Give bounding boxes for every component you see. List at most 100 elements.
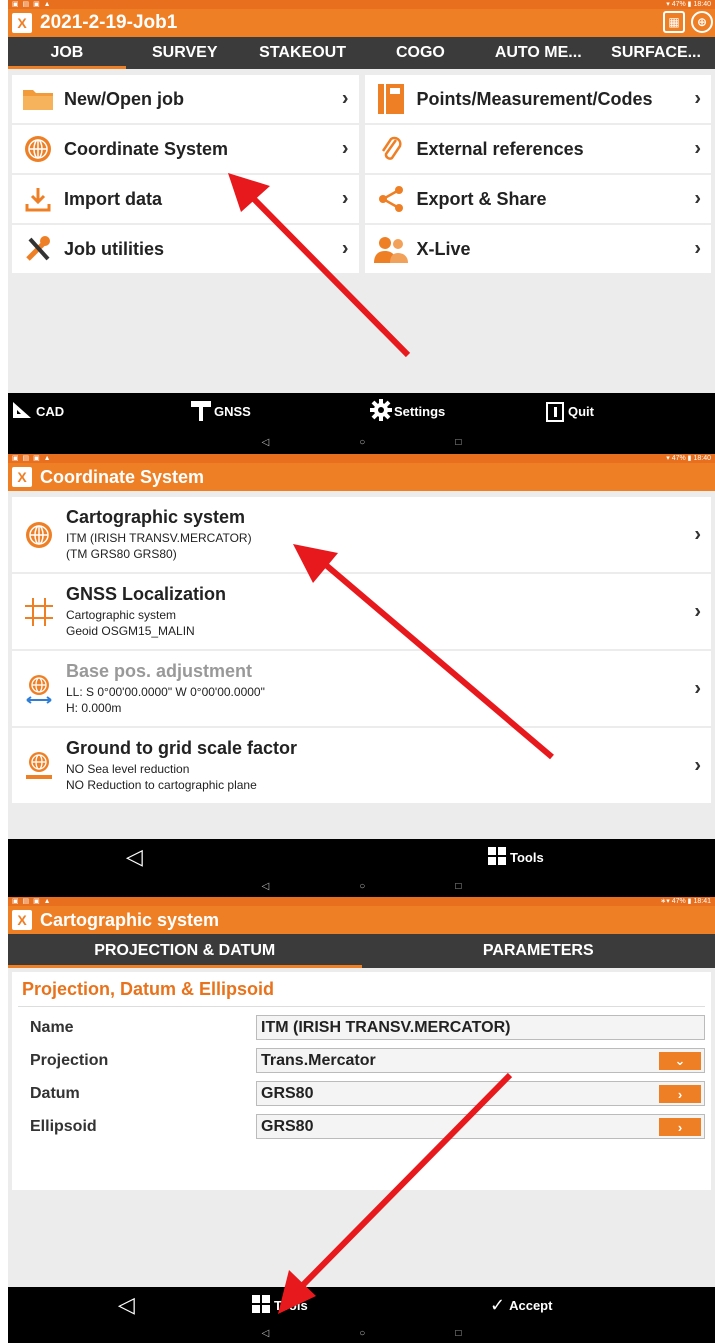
tab-job[interactable]: JOB bbox=[8, 37, 126, 69]
gnss-localization-item[interactable]: GNSS Localization Cartographic system Ge… bbox=[12, 574, 711, 649]
nav-back-icon[interactable]: ◁ bbox=[262, 437, 270, 448]
android-nav-bar: ◁ ○ □ bbox=[8, 875, 715, 897]
settings-button[interactable]: Settings bbox=[370, 399, 445, 424]
app-bar: X Cartographic system bbox=[8, 906, 715, 934]
nav-recent-icon[interactable]: □ bbox=[455, 881, 461, 892]
nav-recent-icon[interactable]: □ bbox=[455, 437, 461, 448]
cad-label: CAD bbox=[36, 404, 65, 419]
status-right: ▾ 47% ▮ 18:40 bbox=[666, 455, 711, 462]
android-nav-bar: ◁ ○ □ bbox=[8, 430, 715, 454]
job-screen: ▣ ▤ ▣ ▲ ▾ 47% ▮ 18:40 X 2021-2-19-Job1 ▦… bbox=[8, 0, 715, 454]
cad-button[interactable]: CAD bbox=[12, 401, 64, 422]
item-title: Ground to grid scale factor bbox=[66, 738, 298, 758]
name-value: ITM (IRISH TRANSV.MERCATOR) bbox=[261, 1018, 511, 1036]
coordinate-system-list: Cartographic system ITM (IRISH TRANSV.ME… bbox=[8, 491, 715, 803]
tab-projection-datum[interactable]: PROJECTION & DATUM bbox=[8, 934, 362, 968]
menu-new-open-job[interactable]: New/Open job › bbox=[12, 75, 359, 123]
job-menu: New/Open job › Points/Measurement/Codes … bbox=[8, 69, 715, 273]
back-button[interactable]: ◁ bbox=[118, 1292, 135, 1318]
ground-to-grid-scale-factor-item[interactable]: Ground to grid scale factor NO Sea level… bbox=[12, 728, 711, 803]
chevron-down-icon[interactable]: ⌄ bbox=[659, 1052, 701, 1070]
nav-back-icon[interactable]: ◁ bbox=[262, 1328, 270, 1339]
tools-button[interactable]: Tools bbox=[488, 846, 544, 868]
nav-home-icon[interactable]: ○ bbox=[359, 1328, 365, 1339]
grid-menu-icon bbox=[252, 1294, 270, 1316]
tools-button[interactable]: Tools bbox=[252, 1294, 308, 1316]
nav-home-icon[interactable]: ○ bbox=[359, 881, 365, 892]
sub-tabs: PROJECTION & DATUM PARAMETERS bbox=[8, 934, 715, 968]
tools-label: Tools bbox=[274, 1297, 308, 1313]
quit-icon bbox=[546, 401, 564, 422]
projection-form: Projection, Datum & Ellipsoid Name ITM (… bbox=[12, 972, 711, 1190]
projection-label: Projection bbox=[30, 1051, 109, 1069]
notebook-icon bbox=[373, 84, 409, 114]
bottom-toolbar: ◁ Tools ✓ Accept bbox=[8, 1287, 715, 1323]
ellipsoid-row: Ellipsoid GRS80 › bbox=[18, 1110, 705, 1143]
tab-parameters[interactable]: PARAMETERS bbox=[362, 934, 715, 968]
base-pos-adjustment-item[interactable]: Base pos. adjustment LL: S 0°00'00.0000"… bbox=[12, 651, 711, 726]
tools-icon bbox=[20, 234, 56, 264]
menu-import-data[interactable]: Import data › bbox=[12, 175, 359, 223]
menu-coordinate-system[interactable]: Coordinate System › bbox=[12, 125, 359, 173]
name-row: Name ITM (IRISH TRANSV.MERCATOR) bbox=[18, 1011, 705, 1044]
menu-points-measurement-codes[interactable]: Points/Measurement/Codes › bbox=[364, 75, 711, 123]
globe-icon bbox=[22, 518, 56, 552]
folder-icon bbox=[20, 84, 56, 114]
accept-button[interactable]: ✓ Accept bbox=[490, 1295, 552, 1316]
android-nav-bar: ◁ ○ □ bbox=[8, 1323, 715, 1343]
page-title: Cartographic system bbox=[40, 909, 220, 930]
name-field[interactable]: ITM (IRISH TRANSV.MERCATOR) bbox=[256, 1015, 705, 1040]
status-bar: ▣ ▤ ▣ ▲ ▾ 47% ▮ 18:40 bbox=[8, 0, 715, 9]
menu-label: External references bbox=[416, 138, 584, 159]
tab-surface[interactable]: SURFACE... bbox=[597, 37, 715, 69]
item-line1: Cartographic system bbox=[66, 608, 177, 622]
nav-back-icon[interactable]: ◁ bbox=[262, 881, 270, 892]
section-title: Projection, Datum & Ellipsoid bbox=[18, 976, 705, 1007]
quit-label: Quit bbox=[568, 404, 594, 419]
chevron-right-icon: › bbox=[694, 237, 701, 260]
item-line1: NO Sea level reduction bbox=[66, 762, 190, 776]
item-line1: LL: S 0°00'00.0000" W 0°00'00.0000" bbox=[66, 685, 265, 699]
status-right: ∗▾ 47% ▮ 18:41 bbox=[660, 898, 711, 905]
gnss-button[interactable]: GNSS bbox=[190, 399, 251, 424]
chevron-right-icon: › bbox=[694, 677, 701, 699]
menu-external-references[interactable]: External references › bbox=[364, 125, 711, 173]
ellipsoid-label: Ellipsoid bbox=[30, 1117, 97, 1135]
chevron-right-icon[interactable]: › bbox=[659, 1118, 701, 1136]
item-title: Base pos. adjustment bbox=[66, 661, 253, 681]
tab-survey[interactable]: SURVEY bbox=[126, 37, 244, 69]
tab-cogo[interactable]: COGO bbox=[361, 37, 479, 69]
quit-button[interactable]: Quit bbox=[546, 401, 594, 422]
menu-export-share[interactable]: Export & Share › bbox=[364, 175, 711, 223]
item-line2: H: 0.000m bbox=[66, 701, 122, 715]
gear-icon bbox=[370, 399, 392, 424]
bottom-toolbar: CAD GNSS Settings Quit bbox=[8, 393, 715, 430]
globe-scale-icon bbox=[22, 749, 56, 783]
page-title: 2021-2-19-Job1 bbox=[40, 12, 178, 33]
ellipsoid-field[interactable]: GRS80 › bbox=[256, 1114, 705, 1139]
menu-label: Points/Measurement/Codes bbox=[416, 88, 653, 109]
nav-recent-icon[interactable]: □ bbox=[455, 1328, 461, 1339]
back-button[interactable]: ◁ bbox=[126, 844, 143, 870]
menu-x-live[interactable]: X-Live › bbox=[364, 225, 711, 273]
chevron-right-icon: › bbox=[694, 600, 701, 622]
item-line2: Geoid OSGM15_MALIN bbox=[66, 624, 195, 638]
projection-value: Trans.Mercator bbox=[261, 1051, 376, 1069]
gnss-status-icon[interactable]: ⊕ bbox=[691, 11, 713, 33]
datum-row: Datum GRS80 › bbox=[18, 1077, 705, 1110]
name-label: Name bbox=[30, 1018, 74, 1036]
main-tabs: JOB SURVEY STAKEOUT COGO AUTO ME... SURF… bbox=[8, 37, 715, 69]
tab-stakeout[interactable]: STAKEOUT bbox=[244, 37, 362, 69]
datum-field[interactable]: GRS80 › bbox=[256, 1081, 705, 1106]
qr-code-icon[interactable]: ▦ bbox=[663, 11, 685, 33]
chevron-right-icon: › bbox=[694, 187, 701, 210]
tab-auto-measure[interactable]: AUTO ME... bbox=[479, 37, 597, 69]
cartographic-system-item[interactable]: Cartographic system ITM (IRISH TRANSV.ME… bbox=[12, 497, 711, 572]
cartographic-system-screen: ▣ ▤ ▣ ▲ ∗▾ 47% ▮ 18:41 X Cartographic sy… bbox=[8, 897, 715, 1343]
nav-home-icon[interactable]: ○ bbox=[359, 437, 365, 448]
menu-job-utilities[interactable]: Job utilities › bbox=[12, 225, 359, 273]
projection-select[interactable]: Trans.Mercator ⌄ bbox=[256, 1048, 705, 1073]
chevron-right-icon[interactable]: › bbox=[659, 1085, 701, 1103]
projection-row: Projection Trans.Mercator ⌄ bbox=[18, 1044, 705, 1077]
item-line1: ITM (IRISH TRANSV.MERCATOR) bbox=[66, 531, 252, 545]
